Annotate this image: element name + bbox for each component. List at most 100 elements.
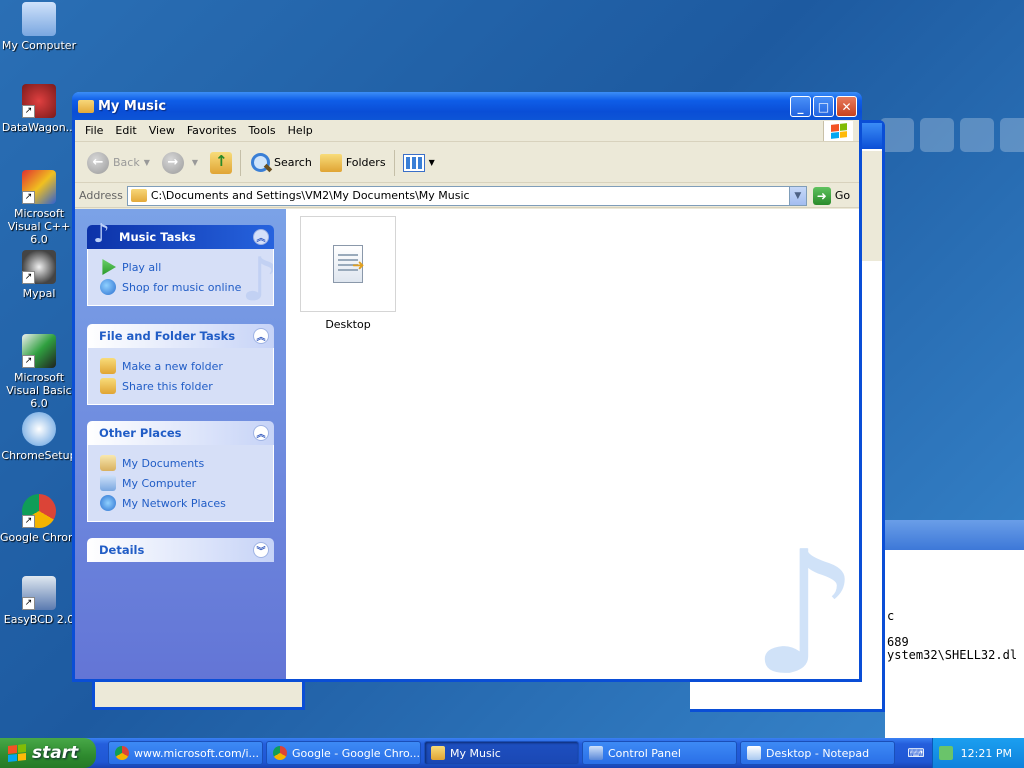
music-tasks-panel: ♪ Music Tasks ︽ ♪ Play all Shop for musi… xyxy=(87,219,274,306)
search-button[interactable]: Search xyxy=(245,148,316,178)
address-dropdown-icon[interactable]: ▼ xyxy=(788,186,806,205)
easybcd-icon xyxy=(22,576,56,610)
music-folder-icon xyxy=(130,189,147,202)
window-titlebar[interactable]: My Music _ □ ✕ xyxy=(72,92,862,120)
menu-help[interactable]: Help xyxy=(282,124,319,137)
folders-button[interactable]: Folders xyxy=(316,148,390,178)
keyboard-icon[interactable]: ⌨ xyxy=(905,742,927,764)
task-make-new-folder[interactable]: Make a new folder xyxy=(100,356,273,376)
music-folder-icon xyxy=(78,99,94,113)
views-icon xyxy=(402,153,425,172)
folder-up-icon xyxy=(210,151,233,174)
file-item-desktop[interactable]: Desktop xyxy=(300,216,396,331)
desktop-icon-visual-basic[interactable]: Microsoft Visual Basic 6.0 xyxy=(0,334,78,410)
document-shortcut-icon xyxy=(333,245,365,283)
setup-disc-icon xyxy=(22,412,56,446)
network-icon xyxy=(100,495,116,511)
desktop-icon-datawagon[interactable]: DataWagon... xyxy=(0,84,78,134)
menu-view[interactable]: View xyxy=(143,124,181,137)
taskbar-item-notepad[interactable]: Desktop - Notepad xyxy=(740,741,895,765)
computer-icon xyxy=(100,475,116,491)
window-title: My Music xyxy=(98,98,167,114)
chrome-icon xyxy=(115,746,129,760)
search-icon xyxy=(249,152,271,174)
taskbar-item-microsoft[interactable]: www.microsoft.com/i... xyxy=(108,741,263,765)
my-music-window[interactable]: My Music _ □ ✕ File Edit View Favorites … xyxy=(72,92,862,682)
start-button[interactable]: start xyxy=(0,738,96,768)
go-button[interactable]: ➜ Go xyxy=(812,186,850,205)
other-places-header[interactable]: Other Places ︽ xyxy=(87,421,274,445)
taskbar-item-my-music[interactable]: My Music xyxy=(424,741,579,765)
place-my-documents[interactable]: My Documents xyxy=(100,453,273,473)
forward-arrow-icon: → xyxy=(161,151,184,174)
file-folder-tasks-header[interactable]: File and Folder Tasks ︽ xyxy=(87,324,274,348)
windows-logo-icon xyxy=(823,121,853,141)
place-my-network-places[interactable]: My Network Places xyxy=(100,493,273,513)
address-input[interactable]: C:\Documents and Settings\VM2\My Documen… xyxy=(126,185,807,206)
collapse-chevron-icon[interactable]: ︽ xyxy=(253,229,269,245)
desktop-icon-mypal[interactable]: Mypal xyxy=(0,250,78,300)
maximize-button[interactable]: □ xyxy=(813,96,834,117)
minimize-button[interactable]: _ xyxy=(790,96,811,117)
back-button[interactable]: ← Back ▼ xyxy=(83,148,158,178)
taskbar: start www.microsoft.com/i... Google - Go… xyxy=(0,738,1024,768)
desktop-icon-visual-cpp[interactable]: Microsoft Visual C++ 6.0 xyxy=(0,170,78,246)
forward-button[interactable]: → ▼ xyxy=(158,148,206,178)
forward-dropdown-icon[interactable]: ▼ xyxy=(192,158,198,167)
file-view[interactable]: ♪ Desktop xyxy=(286,209,859,679)
notepad-text: c 689 ystem32\SHELL32.dl xyxy=(887,609,1018,662)
control-panel-icon xyxy=(589,746,603,760)
clock[interactable]: 12:21 PM xyxy=(961,747,1012,760)
music-note-watermark-icon: ♪ xyxy=(750,515,860,679)
file-folder-tasks-panel: File and Folder Tasks ︽ Make a new folde… xyxy=(87,324,274,405)
system-tray: 12:21 PM xyxy=(932,738,1024,768)
notepad-titlebar[interactable] xyxy=(885,520,1024,550)
computer-icon xyxy=(22,2,56,36)
datawagon-icon xyxy=(22,84,56,118)
address-label: Address xyxy=(79,189,123,202)
task-pane: ♪ Music Tasks ︽ ♪ Play all Shop for musi… xyxy=(75,209,286,679)
back-dropdown-icon[interactable]: ▼ xyxy=(144,158,150,167)
shortcut-thumbnail xyxy=(300,216,396,312)
background-window-bottom xyxy=(92,680,305,710)
close-button[interactable]: ✕ xyxy=(836,96,857,117)
desktop-icon-google-chrome[interactable]: Google Chrome xyxy=(0,494,78,544)
address-bar: Address C:\Documents and Settings\VM2\My… xyxy=(75,184,859,208)
other-places-panel: Other Places ︽ My Documents My Computer … xyxy=(87,421,274,522)
taskbar-item-google-chrome[interactable]: Google - Google Chro... xyxy=(266,741,421,765)
details-header[interactable]: Details ︾ xyxy=(87,538,274,562)
collapse-chevron-icon[interactable]: ︽ xyxy=(253,328,269,344)
task-share-folder[interactable]: Share this folder xyxy=(100,376,273,396)
chrome-icon xyxy=(273,746,287,760)
background-window-toolbar xyxy=(880,118,1024,152)
menu-edit[interactable]: Edit xyxy=(109,124,142,137)
file-name: Desktop xyxy=(325,318,371,331)
play-icon xyxy=(102,259,116,275)
desktop-icon-chromesetup[interactable]: ChromeSetup xyxy=(0,412,78,462)
place-my-computer[interactable]: My Computer xyxy=(100,473,273,493)
windows-logo-icon xyxy=(8,744,26,762)
desktop-icon-easybcd[interactable]: EasyBCD 2.0 xyxy=(0,576,78,626)
taskbar-item-control-panel[interactable]: Control Panel xyxy=(582,741,737,765)
address-value: C:\Documents and Settings\VM2\My Documen… xyxy=(150,189,470,202)
globe-icon xyxy=(100,279,116,295)
menu-favorites[interactable]: Favorites xyxy=(181,124,243,137)
my-documents-icon xyxy=(100,455,116,471)
visual-cpp-icon xyxy=(22,170,56,204)
menu-bar: File Edit View Favorites Tools Help xyxy=(75,120,859,142)
music-tasks-header[interactable]: ♪ Music Tasks ︽ xyxy=(87,219,274,249)
music-note-icon: ♪ xyxy=(93,219,110,249)
music-folder-icon xyxy=(431,746,445,760)
menu-file[interactable]: File xyxy=(79,124,109,137)
collapse-chevron-icon[interactable]: ︽ xyxy=(253,425,269,441)
network-tray-icon[interactable] xyxy=(938,746,953,760)
notepad-icon xyxy=(747,746,761,760)
views-button[interactable]: ▼ xyxy=(399,148,443,178)
expand-chevron-icon[interactable]: ︾ xyxy=(253,542,269,558)
desktop-icon-my-computer[interactable]: My Computer xyxy=(0,2,78,52)
up-button[interactable] xyxy=(206,148,236,178)
menu-tools[interactable]: Tools xyxy=(243,124,282,137)
folders-icon xyxy=(319,153,342,172)
standard-toolbar: ← Back ▼ → ▼ Search Folders ▼ xyxy=(75,143,859,183)
views-dropdown-icon: ▼ xyxy=(428,158,435,167)
